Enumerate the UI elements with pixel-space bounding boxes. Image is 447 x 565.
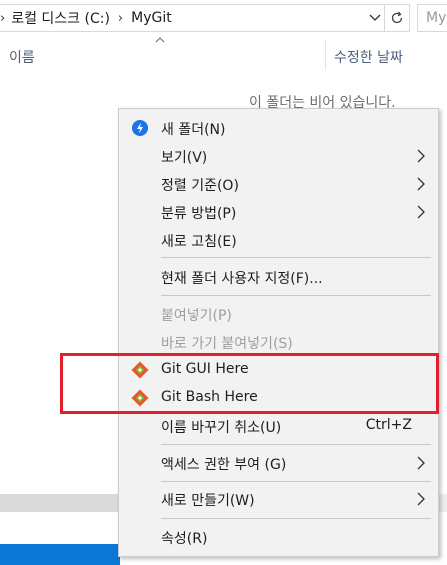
new-folder-icon (132, 120, 148, 136)
menu-item-label: 새 폴더(N) (161, 122, 226, 138)
chevron-right-icon: › (0, 10, 6, 26)
menu-item-customize-folder[interactable]: 현재 폴더 사용자 지정(F)... (119, 263, 438, 291)
menu-item-properties[interactable]: 속성(R) (119, 523, 438, 551)
menu-item-give-access[interactable]: 액세스 권한 부여 (G) (119, 449, 438, 477)
breadcrumb-local-disk[interactable]: 로컬 디스크 (C:) (11, 8, 110, 28)
menu-item-label: 분류 방법(P) (161, 206, 237, 222)
menu-item-sort-by[interactable]: 정렬 기준(O) (119, 170, 438, 198)
menu-item-label: 보기(V) (161, 150, 208, 166)
menu-item-label: 바로 가기 붙여넣기(S) (161, 336, 293, 352)
chevron-right-icon (417, 149, 425, 163)
breadcrumb-mygit[interactable]: MyGit (131, 10, 172, 26)
menu-separator (161, 444, 431, 445)
menu-item-new-folder[interactable]: 새 폴더(N) (119, 114, 438, 142)
menu-separator (161, 481, 431, 482)
column-header-name[interactable]: 이름 (9, 47, 35, 67)
menu-item-paste-shortcut: 바로 가기 붙여넣기(S) (119, 328, 438, 356)
context-menu: 새 폴더(N) 보기(V) 정렬 기준(O) 분류 방법(P) 새로 고침(E)… (118, 108, 439, 557)
menu-item-view[interactable]: 보기(V) (119, 142, 438, 170)
highlight-box (60, 353, 439, 414)
menu-separator (161, 518, 431, 519)
chevron-right-icon (417, 177, 425, 191)
chevron-down-icon (369, 14, 381, 21)
menu-item-shortcut: Ctrl+Z (365, 417, 412, 433)
menu-item-label: 정렬 기준(O) (161, 178, 239, 194)
menu-separator (161, 295, 431, 296)
address-dropdown-button[interactable] (365, 5, 385, 31)
taskbar-strip (0, 544, 120, 565)
menu-item-label: 새로 만들기(W) (161, 493, 255, 509)
menu-item-label: 붙여넣기(P) (161, 308, 232, 324)
search-placeholder: My (426, 10, 447, 26)
chevron-right-icon (417, 205, 425, 219)
refresh-icon (391, 11, 403, 24)
search-input[interactable]: My (417, 4, 447, 32)
menu-item-paste: 붙여넣기(P) (119, 300, 438, 328)
chevron-right-icon (417, 492, 425, 506)
refresh-button[interactable] (384, 5, 409, 31)
chevron-right-icon (417, 456, 425, 470)
sort-ascending-icon (155, 37, 165, 43)
menu-item-label: 현재 폴더 사용자 지정(F)... (161, 271, 323, 287)
menu-separator (161, 257, 431, 258)
menu-item-new[interactable]: 새로 만들기(W) (119, 485, 438, 513)
menu-item-label: 이름 바꾸기 취소(U) (161, 420, 282, 436)
address-bar[interactable]: › 로컬 디스크 (C:) › MyGit (0, 4, 410, 32)
column-divider[interactable] (325, 40, 326, 70)
column-header-date-modified[interactable]: 수정한 날짜 (334, 47, 403, 67)
menu-item-label: 속성(R) (161, 531, 208, 547)
chevron-right-icon[interactable]: › (118, 11, 123, 26)
menu-item-label: 새로 고침(E) (161, 234, 237, 250)
menu-item-label: 액세스 권한 부여 (G) (161, 457, 287, 473)
menu-item-group-by[interactable]: 분류 방법(P) (119, 198, 438, 226)
menu-item-undo-rename[interactable]: 이름 바꾸기 취소(U) Ctrl+Z (119, 412, 438, 440)
menu-item-refresh[interactable]: 새로 고침(E) (119, 226, 438, 254)
